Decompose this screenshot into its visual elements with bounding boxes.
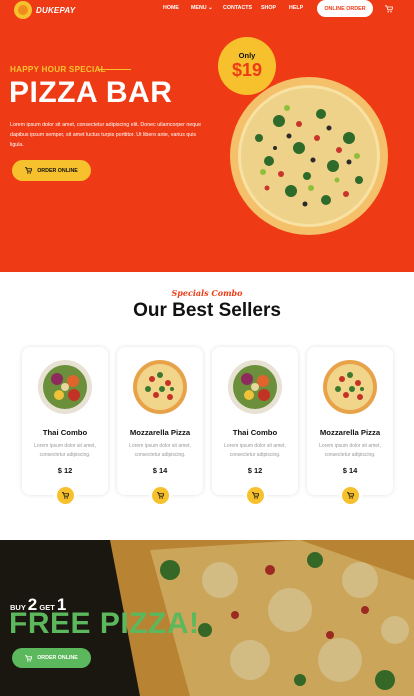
product-name: Mozzarella Pizza	[129, 428, 191, 437]
hero-section: DUKEPAY HOME MENU ⌄ CONTACTS SHOP HELP O…	[0, 0, 414, 272]
nav-item-home[interactable]: HOME	[163, 5, 191, 11]
add-to-cart-button[interactable]	[247, 487, 264, 504]
add-to-cart-button[interactable]	[57, 487, 74, 504]
pizza-logo-icon	[14, 1, 32, 19]
cart-icon	[157, 492, 164, 499]
salad-image	[38, 360, 92, 414]
nav-item-contacts[interactable]: CONTACTS	[223, 5, 261, 11]
hero-title: PIZZA BAR	[9, 76, 173, 109]
product-card[interactable]: Mozzarella Pizza Lorem ipsum dolor sit a…	[117, 347, 203, 504]
product-price: $ 14	[342, 466, 358, 475]
nav-item-shop[interactable]: SHOP	[261, 5, 289, 11]
nav-item-menu[interactable]: MENU ⌄	[191, 5, 223, 11]
section-kicker: Specials Combo	[171, 288, 243, 298]
product-name: Thai Combo	[42, 428, 88, 437]
cart-icon	[62, 492, 69, 499]
product-card[interactable]: Mozzarella Pizza Lorem ipsum dolor sit a…	[307, 347, 393, 504]
product-description: Lorem ipsum dolor sit amet, consectetur …	[129, 443, 191, 458]
cart-icon	[25, 654, 33, 662]
product-description: Lorem ipsum dolor sit amet, consectetur …	[224, 443, 286, 458]
product-price: $ 12	[247, 466, 263, 475]
product-description: Lorem ipsum dolor sit amet, consectetur …	[34, 443, 96, 458]
product-name: Mozzarella Pizza	[319, 428, 381, 437]
cart-icon	[25, 167, 33, 174]
kicker-divider	[98, 69, 131, 70]
hero-kicker: HAPPY HOUR SPECIAL	[10, 65, 106, 74]
best-sellers-section: Specials Combo Our Best Sellers Thai Com…	[0, 272, 414, 540]
online-order-button[interactable]: ONLINE ORDER	[317, 0, 373, 17]
promo-order-online-label: ORDER ONLINE	[37, 655, 78, 661]
logo-text: DUKEPAY	[36, 5, 76, 15]
promo-order-online-button[interactable]: ORDER ONLINE	[12, 648, 91, 668]
price-badge: Only $19	[218, 37, 276, 95]
main-menu: HOME MENU ⌄ CONTACTS SHOP HELP	[163, 5, 311, 11]
pizza-image	[133, 360, 187, 414]
product-name: Thai Combo	[232, 428, 278, 437]
hero-order-online-label: ORDER ONLINE	[37, 167, 78, 174]
product-price: $ 14	[152, 466, 168, 475]
cart-icon[interactable]	[385, 5, 393, 13]
cart-icon	[347, 492, 354, 499]
logo[interactable]: DUKEPAY	[14, 1, 75, 19]
add-to-cart-button[interactable]	[342, 487, 359, 504]
pizza-image	[323, 360, 377, 414]
cart-icon	[252, 492, 259, 499]
promo-title: FREE PIZZA!	[9, 607, 200, 640]
page: DUKEPAY HOME MENU ⌄ CONTACTS SHOP HELP O…	[0, 0, 414, 696]
nav-item-help[interactable]: HELP	[289, 5, 311, 11]
product-card[interactable]: Thai Combo Lorem ipsum dolor sit amet, c…	[212, 347, 298, 504]
section-title: Our Best Sellers	[133, 300, 281, 321]
price-value: $19	[231, 60, 263, 80]
product-description: Lorem ipsum dolor sit amet, consectetur …	[319, 443, 381, 458]
pizza-image	[230, 77, 388, 235]
product-card[interactable]: Thai Combo Lorem ipsum dolor sit amet, c…	[22, 347, 108, 504]
promo-section: BUY 2 GET 1 FREE PIZZA! ORDER ONLINE	[0, 540, 414, 696]
hero-order-online-button[interactable]: ORDER ONLINE	[12, 160, 91, 181]
top-navigation: DUKEPAY HOME MENU ⌄ CONTACTS SHOP HELP O…	[0, 0, 414, 20]
hero-description: Lorem ipsum dolor sit amet, consectetur …	[10, 122, 202, 148]
salad-image	[228, 360, 282, 414]
add-to-cart-button[interactable]	[152, 487, 169, 504]
price-label: Only	[238, 51, 256, 60]
product-price: $ 12	[57, 466, 73, 475]
